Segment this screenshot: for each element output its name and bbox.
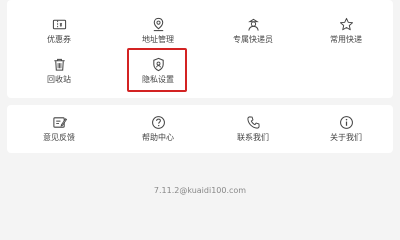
star-icon (339, 17, 353, 31)
help-icon (151, 116, 165, 129)
frequent-express-label: 常用快递 (330, 35, 362, 44)
privacy-highlight-box (127, 48, 187, 92)
address-management-label: 地址管理 (142, 35, 174, 44)
phone-icon (246, 116, 260, 129)
coupon-item[interactable]: 优惠券 (19, 17, 99, 45)
address-management-item[interactable]: 地址管理 (118, 17, 198, 45)
trash-icon (53, 58, 65, 71)
help-center-label: 帮助中心 (142, 133, 174, 142)
support-card: 意见反馈 帮助中心 联系我们 关于我们 (7, 105, 393, 153)
help-center-item[interactable]: 帮助中心 (118, 115, 198, 143)
exclusive-courier-item[interactable]: 专属快递员 (213, 17, 293, 45)
feedback-label: 意见反馈 (43, 133, 75, 142)
feedback-icon (52, 117, 67, 128)
location-pin-icon (153, 17, 163, 32)
recycle-bin-item[interactable]: 回收站 (19, 57, 99, 85)
recycle-bin-label: 回收站 (47, 75, 71, 84)
info-icon (339, 116, 353, 129)
about-us-label: 关于我们 (330, 133, 362, 142)
exclusive-courier-label: 专属快递员 (233, 35, 273, 44)
about-us-item[interactable]: 关于我们 (306, 115, 386, 143)
coupon-label: 优惠券 (47, 35, 71, 44)
feedback-item[interactable]: 意见反馈 (19, 115, 99, 143)
ticket-icon (52, 19, 66, 30)
contact-us-item[interactable]: 联系我们 (213, 115, 293, 143)
tools-card: 优惠券 地址管理 专属快递员 常用快递 回收站 隐私设置 (7, 0, 393, 98)
frequent-express-item[interactable]: 常用快递 (306, 17, 386, 45)
courier-icon (247, 18, 259, 31)
version-footer: 7.11.2@kuaidi100.com (153, 186, 247, 195)
contact-us-label: 联系我们 (237, 133, 269, 142)
